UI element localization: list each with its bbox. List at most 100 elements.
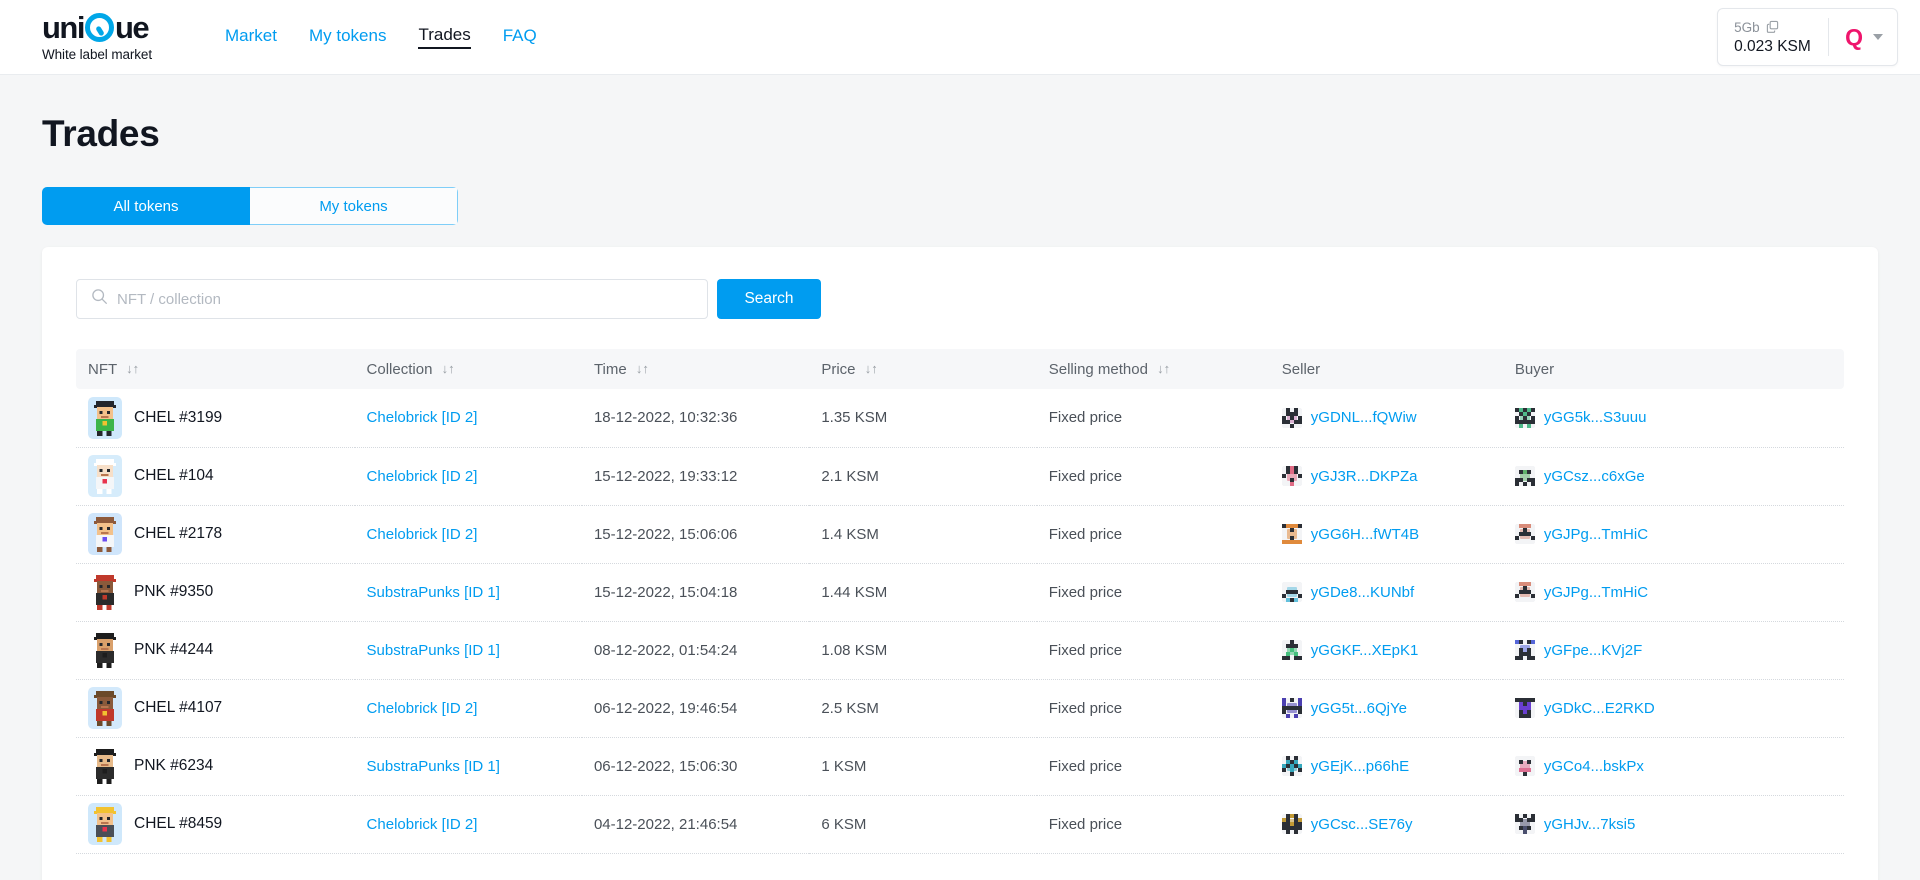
- table-row[interactable]: CHEL #3199 Chelobrick [ID 2] 18-12-2022,…: [76, 389, 1844, 447]
- seller-cell[interactable]: yGDNL...fQWiw: [1282, 408, 1503, 428]
- cell-nft[interactable]: PNK #9350: [76, 563, 355, 621]
- sort-icon-collection[interactable]: ↓↑: [442, 361, 455, 376]
- column-header-collection[interactable]: Collection ↓↑: [355, 349, 582, 389]
- search-box[interactable]: [76, 279, 708, 319]
- search-button[interactable]: Search: [717, 279, 821, 319]
- seller-cell[interactable]: yGDe8...KUNbf: [1282, 582, 1503, 602]
- column-header-nft[interactable]: NFT ↓↑: [76, 349, 355, 389]
- buyer-address-link[interactable]: yGCo4...bskPx: [1544, 758, 1644, 775]
- site-logo[interactable]: uni ue White label market: [42, 12, 190, 62]
- nft-cell[interactable]: CHEL #3199: [88, 397, 355, 439]
- collection-link[interactable]: SubstraPunks [ID 1]: [367, 642, 500, 659]
- cell-nft[interactable]: CHEL #4107: [76, 679, 355, 737]
- buyer-cell[interactable]: yGCsz...c6xGe: [1515, 466, 1844, 486]
- cell-nft[interactable]: CHEL #3199: [76, 389, 355, 447]
- cell-collection: Chelobrick [ID 2]: [355, 795, 582, 853]
- seller-address-link[interactable]: yGDe8...KUNbf: [1311, 584, 1414, 601]
- buyer-cell[interactable]: yGJPg...TmHiC: [1515, 582, 1844, 602]
- cell-nft[interactable]: PNK #6234: [76, 737, 355, 795]
- buyer-cell[interactable]: yGFpe...KVj2F: [1515, 640, 1844, 660]
- table-row[interactable]: PNK #6234 SubstraPunks [ID 1] 06-12-2022…: [76, 737, 1844, 795]
- nft-name: CHEL #104: [134, 467, 214, 485]
- seller-address-link[interactable]: yGCsc...SE76y: [1311, 816, 1413, 833]
- copy-icon[interactable]: [1766, 20, 1779, 36]
- seller-cell[interactable]: yGEjK...p66hE: [1282, 756, 1503, 776]
- cell-seller: yGEjK...p66hE: [1270, 737, 1503, 795]
- buyer-address-link[interactable]: yGG5k...S3uuu: [1544, 409, 1647, 426]
- seller-address-link[interactable]: yGG6H...fWT4B: [1311, 526, 1419, 543]
- nav-item-market[interactable]: Market: [225, 26, 277, 48]
- buyer-cell[interactable]: yGCo4...bskPx: [1515, 756, 1844, 776]
- nav-item-faq[interactable]: FAQ: [503, 26, 537, 48]
- cell-nft[interactable]: CHEL #2178: [76, 505, 355, 563]
- tab-all-tokens[interactable]: All tokens: [42, 187, 250, 225]
- nav-item-trades[interactable]: Trades: [418, 25, 470, 49]
- nft-cell[interactable]: PNK #6234: [88, 745, 355, 787]
- collection-link[interactable]: Chelobrick [ID 2]: [367, 409, 478, 426]
- table-row[interactable]: CHEL #104 Chelobrick [ID 2] 15-12-2022, …: [76, 447, 1844, 505]
- buyer-address-link[interactable]: yGDkC...E2RKD: [1544, 700, 1655, 717]
- chevron-down-icon[interactable]: [1873, 34, 1883, 40]
- buyer-cell[interactable]: yGHJv...7ksi5: [1515, 814, 1844, 834]
- seller-cell[interactable]: yGGKF...XEpK1: [1282, 640, 1503, 660]
- buyer-cell[interactable]: yGJPg...TmHiC: [1515, 524, 1844, 544]
- column-header-selling-method[interactable]: Selling method ↓↑: [1037, 349, 1270, 389]
- tab-my-tokens[interactable]: My tokens: [250, 187, 458, 225]
- cell-nft[interactable]: PNK #4244: [76, 621, 355, 679]
- sort-icon-price[interactable]: ↓↑: [865, 361, 878, 376]
- seller-cell[interactable]: yGG5t...6QjYe: [1282, 698, 1503, 718]
- cell-seller: yGG6H...fWT4B: [1270, 505, 1503, 563]
- buyer-address-link[interactable]: yGJPg...TmHiC: [1544, 584, 1648, 601]
- buyer-cell[interactable]: yGG5k...S3uuu: [1515, 408, 1844, 428]
- collection-link[interactable]: SubstraPunks [ID 1]: [367, 758, 500, 775]
- account-widget[interactable]: 5Gb 0.023 KSM Q: [1717, 8, 1898, 66]
- table-row[interactable]: PNK #4244 SubstraPunks [ID 1] 08-12-2022…: [76, 621, 1844, 679]
- search-input[interactable]: [117, 280, 707, 318]
- buyer-address-link[interactable]: yGFpe...KVj2F: [1544, 642, 1642, 659]
- sort-icon-selling-method[interactable]: ↓↑: [1157, 361, 1170, 376]
- cell-collection: Chelobrick [ID 2]: [355, 679, 582, 737]
- account-balance-block: 5Gb 0.023 KSM: [1718, 20, 1828, 54]
- table-row[interactable]: CHEL #4107 Chelobrick [ID 2] 06-12-2022,…: [76, 679, 1844, 737]
- account-menu-trigger[interactable]: Q: [1829, 26, 1897, 49]
- nft-name: PNK #6234: [134, 757, 213, 775]
- table-row[interactable]: CHEL #8459 Chelobrick [ID 2] 04-12-2022,…: [76, 795, 1844, 853]
- nav-item-my-tokens[interactable]: My tokens: [309, 26, 386, 48]
- nft-cell[interactable]: PNK #9350: [88, 571, 355, 613]
- cell-time: 18-12-2022, 10:32:36: [582, 389, 809, 447]
- collection-link[interactable]: Chelobrick [ID 2]: [367, 816, 478, 833]
- seller-address-link[interactable]: yGGKF...XEpK1: [1311, 642, 1419, 659]
- nft-cell[interactable]: CHEL #2178: [88, 513, 355, 555]
- nft-cell[interactable]: PNK #4244: [88, 629, 355, 671]
- cell-seller: yGCsc...SE76y: [1270, 795, 1503, 853]
- column-header-time[interactable]: Time ↓↑: [582, 349, 809, 389]
- collection-link[interactable]: Chelobrick [ID 2]: [367, 468, 478, 485]
- seller-address-link[interactable]: yGDNL...fQWiw: [1311, 409, 1417, 426]
- seller-cell[interactable]: yGJ3R...DKPZa: [1282, 466, 1503, 486]
- buyer-address-link[interactable]: yGJPg...TmHiC: [1544, 526, 1648, 543]
- seller-address-link[interactable]: yGG5t...6QjYe: [1311, 700, 1407, 717]
- cell-price: 1.35 KSM: [809, 389, 1036, 447]
- logo-tagline: White label market: [42, 47, 190, 62]
- nft-cell[interactable]: CHEL #104: [88, 455, 355, 497]
- table-row[interactable]: PNK #9350 SubstraPunks [ID 1] 15-12-2022…: [76, 563, 1844, 621]
- seller-address-link[interactable]: yGEjK...p66hE: [1311, 758, 1409, 775]
- buyer-address-link[interactable]: yGHJv...7ksi5: [1544, 816, 1635, 833]
- nft-cell[interactable]: CHEL #8459: [88, 803, 355, 845]
- buyer-cell[interactable]: yGDkC...E2RKD: [1515, 698, 1844, 718]
- cell-nft[interactable]: CHEL #104: [76, 447, 355, 505]
- nft-cell[interactable]: CHEL #4107: [88, 687, 355, 729]
- buyer-address-link[interactable]: yGCsz...c6xGe: [1544, 468, 1645, 485]
- column-header-price[interactable]: Price ↓↑: [809, 349, 1036, 389]
- sort-icon-time[interactable]: ↓↑: [636, 361, 649, 376]
- seller-address-link[interactable]: yGJ3R...DKPZa: [1311, 468, 1418, 485]
- table-row[interactable]: CHEL #2178 Chelobrick [ID 2] 15-12-2022,…: [76, 505, 1844, 563]
- cell-nft[interactable]: CHEL #8459: [76, 795, 355, 853]
- seller-cell[interactable]: yGCsc...SE76y: [1282, 814, 1503, 834]
- seller-cell[interactable]: yGG6H...fWT4B: [1282, 524, 1503, 544]
- logo-wordmark: uni ue: [42, 12, 190, 42]
- sort-icon-nft[interactable]: ↓↑: [126, 361, 139, 376]
- collection-link[interactable]: Chelobrick [ID 2]: [367, 526, 478, 543]
- collection-link[interactable]: SubstraPunks [ID 1]: [367, 584, 500, 601]
- collection-link[interactable]: Chelobrick [ID 2]: [367, 700, 478, 717]
